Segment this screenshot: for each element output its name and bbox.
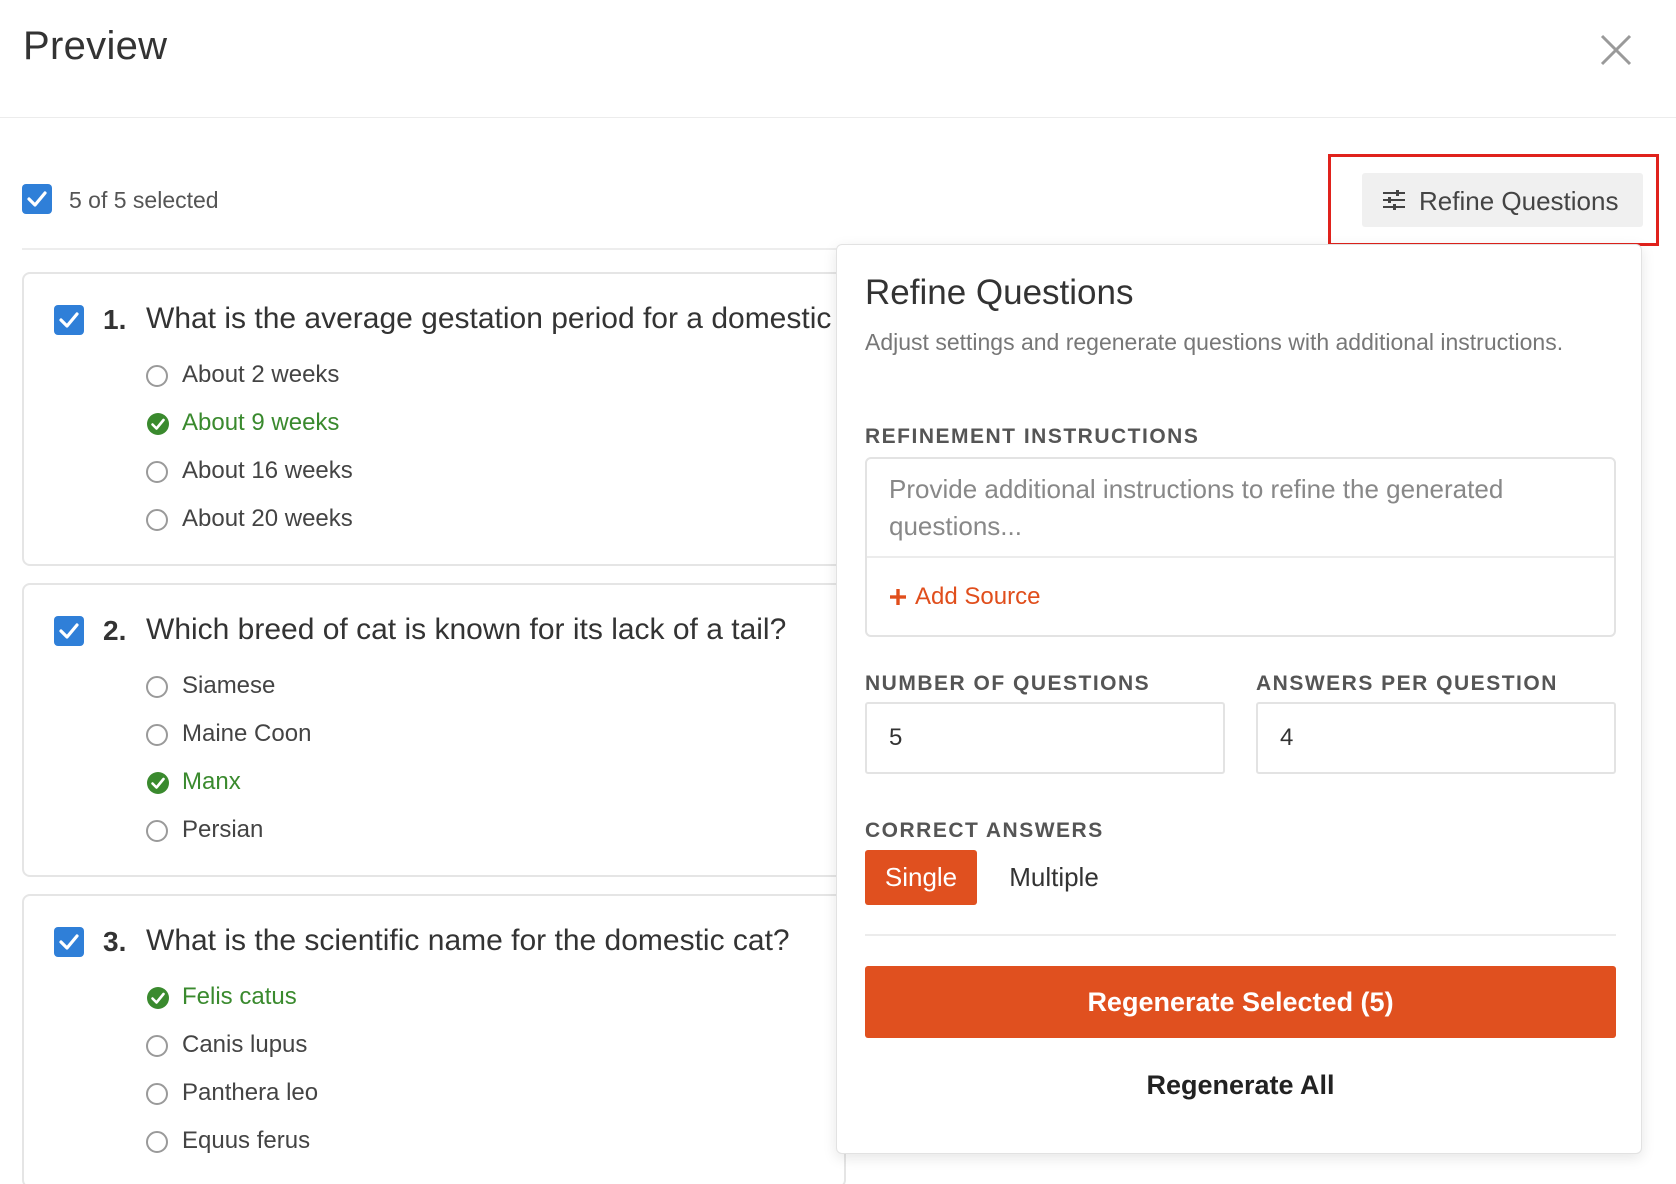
close-icon[interactable] bbox=[1596, 30, 1636, 70]
multiple-toggle[interactable]: Multiple bbox=[989, 850, 1119, 905]
question-text: What is the average gestation period for… bbox=[146, 302, 846, 335]
refine-questions-panel: Refine Questions Adjust settings and reg… bbox=[836, 244, 1642, 1154]
panel-title: Refine Questions bbox=[865, 273, 1134, 312]
radio-icon bbox=[146, 1035, 168, 1057]
radio-icon bbox=[146, 509, 168, 531]
number-of-questions-input[interactable] bbox=[865, 702, 1225, 774]
answers-per-question-input[interactable] bbox=[1256, 702, 1616, 774]
correct-answers-label: CORRECT ANSWERS bbox=[865, 819, 1104, 842]
question-checkbox[interactable] bbox=[54, 927, 84, 957]
refine-questions-label: Refine Questions bbox=[1419, 186, 1619, 216]
answer-label: Manx bbox=[182, 768, 241, 795]
divider bbox=[865, 934, 1616, 936]
regenerate-selected-button[interactable]: Regenerate Selected (5) bbox=[865, 966, 1616, 1038]
preview-header: Preview bbox=[0, 0, 1676, 118]
single-toggle[interactable]: Single bbox=[865, 850, 977, 905]
selection-count: 5 of 5 selected bbox=[69, 187, 219, 213]
check-circle-icon bbox=[147, 772, 169, 794]
answer-label: About 16 weeks bbox=[182, 457, 353, 484]
number-of-questions-label: NUMBER OF QUESTIONS bbox=[865, 672, 1151, 695]
question-card-1: 1. What is the average gestation period … bbox=[22, 272, 846, 566]
panel-description: Adjust settings and regenerate questions… bbox=[865, 329, 1564, 355]
question-card-3: 3. What is the scientific name for the d… bbox=[22, 894, 846, 1184]
question-checkbox[interactable] bbox=[54, 616, 84, 646]
question-number: 3. bbox=[103, 926, 127, 957]
answer-label: Maine Coon bbox=[182, 720, 312, 747]
refinement-instructions-box: Add Source bbox=[865, 457, 1616, 637]
radio-icon bbox=[146, 461, 168, 483]
question-checkbox[interactable] bbox=[54, 305, 84, 335]
answer-label: Felis catus bbox=[182, 983, 297, 1010]
checkmark-icon bbox=[59, 312, 79, 328]
plus-icon bbox=[890, 589, 906, 605]
answer-label: Siamese bbox=[182, 672, 276, 699]
refine-questions-button[interactable]: Refine Questions bbox=[1362, 173, 1643, 227]
answer-label: About 9 weeks bbox=[182, 409, 340, 436]
check-circle-icon bbox=[147, 987, 169, 1009]
select-all-checkbox[interactable] bbox=[22, 184, 52, 214]
check-circle-icon bbox=[147, 413, 169, 435]
radio-icon bbox=[146, 1131, 168, 1153]
question-text: What is the scientific name for the dome… bbox=[146, 924, 790, 957]
answer-label: About 20 weeks bbox=[182, 505, 353, 532]
tune-icon bbox=[1383, 190, 1405, 210]
checkmark-icon bbox=[59, 934, 79, 950]
divider bbox=[867, 556, 1614, 558]
radio-icon bbox=[146, 724, 168, 746]
checkmark-icon bbox=[59, 623, 79, 639]
checkmark-icon bbox=[27, 191, 47, 207]
question-number: 1. bbox=[103, 304, 127, 335]
radio-icon bbox=[146, 1083, 168, 1105]
select-all-row: 5 of 5 selected bbox=[22, 184, 219, 214]
answer-label: About 2 weeks bbox=[182, 361, 340, 388]
answer-label: Persian bbox=[182, 816, 264, 843]
answer-label: Equus ferus bbox=[182, 1127, 311, 1154]
answer-label: Panthera leo bbox=[182, 1079, 319, 1106]
page-title: Preview bbox=[23, 24, 168, 68]
question-text: Which breed of cat is known for its lack… bbox=[146, 613, 787, 646]
radio-icon bbox=[146, 820, 168, 842]
divider bbox=[22, 248, 846, 250]
refinement-instructions-input[interactable] bbox=[867, 459, 1614, 556]
question-card-2: 2. Which breed of cat is known for its l… bbox=[22, 583, 846, 877]
preview-page: Preview 5 of 5 selected Refine Questions… bbox=[0, 0, 1676, 1184]
question-number: 2. bbox=[103, 615, 127, 646]
answers-per-question-label: ANSWERS PER QUESTION bbox=[1256, 672, 1558, 695]
answer-label: Canis lupus bbox=[182, 1031, 308, 1058]
refinement-instructions-label: REFINEMENT INSTRUCTIONS bbox=[865, 425, 1200, 448]
regenerate-all-button[interactable]: Regenerate All bbox=[865, 1055, 1616, 1115]
add-source-label: Add Source bbox=[915, 583, 1041, 610]
radio-icon bbox=[146, 676, 168, 698]
radio-icon bbox=[146, 365, 168, 387]
